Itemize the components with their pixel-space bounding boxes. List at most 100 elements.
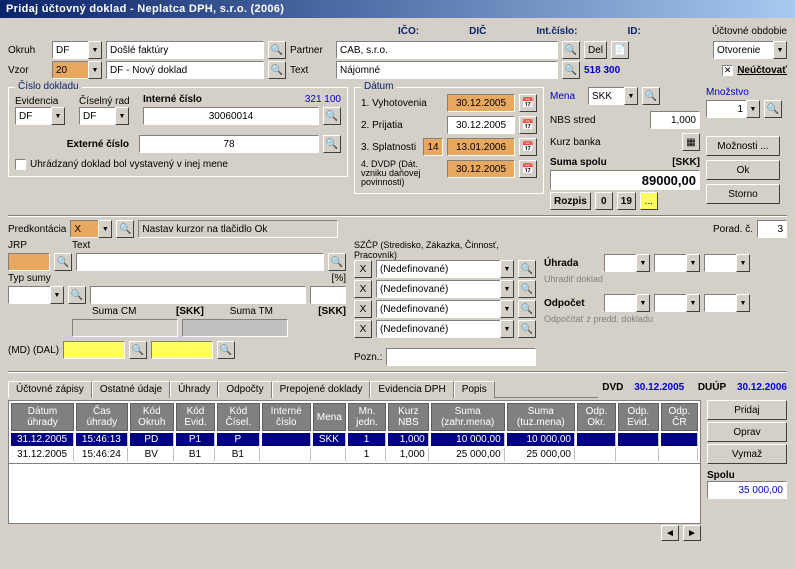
table-row[interactable]: 31.12.200515:46:24BVB1B111,00025 000,002…: [11, 448, 698, 461]
lookup-icon[interactable]: 🔍: [116, 220, 134, 238]
tab-5[interactable]: Evidencia DPH: [370, 381, 453, 398]
vzor-desc: DF - Nový doklad: [106, 61, 264, 79]
window-titlebar: Pridaj účtovný doklad - Neplatca DPH, s.…: [0, 0, 795, 18]
ok-button[interactable]: Ok: [706, 160, 780, 180]
uhrada-combo3[interactable]: ▼: [704, 254, 750, 272]
prijatia-field[interactable]: 30.12.2005: [447, 116, 515, 134]
partner-field[interactable]: CAB, s.r.o.: [336, 41, 558, 59]
uhrada-combo2[interactable]: ▼: [654, 254, 700, 272]
rozpis-more[interactable]: ...: [640, 192, 658, 210]
tab-4[interactable]: Prepojené doklady: [272, 381, 371, 398]
duup-link[interactable]: 30.12.2006: [737, 382, 787, 393]
md-field[interactable]: [63, 341, 125, 359]
lookup-icon[interactable]: 🔍: [562, 61, 580, 79]
ucto-obdobie-combo[interactable]: Otvorenie▼: [713, 41, 787, 59]
vzor-label: Vzor: [8, 65, 48, 76]
suma-spolu-field[interactable]: 89000,00: [550, 170, 700, 190]
grid-header[interactable]: Odp. Evid.: [618, 403, 659, 431]
id-link[interactable]: 518 300: [584, 65, 620, 76]
lookup-icon[interactable]: 🔍: [54, 253, 72, 271]
szcp1[interactable]: (Nedefinované)▼: [376, 260, 514, 278]
dvd-link[interactable]: 30.12.2005: [634, 382, 684, 393]
tab-3[interactable]: Odpočty: [218, 381, 271, 398]
evidencia-combo[interactable]: DF▼: [15, 107, 65, 125]
lookup-icon[interactable]: 🔍: [642, 87, 660, 105]
oprav-button[interactable]: Oprav: [707, 422, 787, 442]
scroll-right[interactable]: ►: [683, 525, 701, 541]
grid-header[interactable]: Kurz NBS: [388, 403, 429, 431]
szcp-x[interactable]: X: [354, 260, 372, 278]
pridaj-button[interactable]: Pridaj: [707, 400, 787, 420]
tab-1[interactable]: Ostatné údaje: [92, 381, 170, 398]
dic-label: DIČ: [469, 26, 486, 37]
externe-cislo-field[interactable]: 78: [139, 135, 319, 153]
poradc-field[interactable]: 3: [757, 220, 787, 238]
text-field[interactable]: Nájomné: [336, 61, 558, 79]
jrp-field[interactable]: [8, 253, 50, 271]
grid-header[interactable]: Dátum úhrady: [11, 403, 74, 431]
grid-header[interactable]: Kód Čísel.: [217, 403, 260, 431]
rozpis-0[interactable]: 0: [595, 192, 613, 210]
uhrada-combo1[interactable]: ▼: [604, 254, 650, 272]
lookup-icon[interactable]: 🔍: [268, 41, 286, 59]
grid-header[interactable]: Mn. jedn.: [348, 403, 386, 431]
tab-2[interactable]: Úhrady: [170, 381, 218, 398]
lookup-icon[interactable]: 🔍: [328, 253, 346, 271]
grid-header[interactable]: Suma (zahr.mena): [431, 403, 505, 431]
dal-field[interactable]: [151, 341, 213, 359]
grid-header[interactable]: Interné číslo: [262, 403, 311, 431]
typsumy-combo[interactable]: ▼: [8, 286, 64, 304]
vzor-combo[interactable]: 20▼: [52, 61, 102, 79]
del-button[interactable]: Del: [584, 41, 607, 59]
lookup-icon[interactable]: 🔍: [323, 135, 341, 153]
interne-cislo-field[interactable]: 30060014: [143, 107, 319, 125]
text2-field[interactable]: [76, 253, 324, 271]
uhr-checkbox[interactable]: [15, 159, 26, 170]
doc-icon[interactable]: 📄: [611, 41, 629, 59]
pct-field[interactable]: [310, 286, 346, 304]
calendar-icon[interactable]: 📅: [519, 94, 537, 112]
rozpis-button[interactable]: Rozpis: [550, 192, 591, 210]
grid-header[interactable]: Odp. ČR: [661, 403, 698, 431]
mnozstvo-combo[interactable]: 1▼: [706, 100, 760, 118]
okruh-combo[interactable]: DF▼: [52, 41, 102, 59]
storno-button[interactable]: Storno: [706, 184, 780, 204]
calendar-icon[interactable]: 📅: [519, 116, 537, 134]
interne-link[interactable]: 321 100: [305, 94, 341, 105]
splatnosti-days[interactable]: 14: [423, 138, 443, 156]
grid-header[interactable]: Kód Evid.: [176, 403, 215, 431]
lookup-icon[interactable]: 🔍: [68, 286, 86, 304]
tab-0[interactable]: Účtovné zápisy: [8, 381, 92, 398]
calendar-icon[interactable]: 📅: [519, 138, 537, 156]
text-label: Text: [290, 65, 332, 76]
nbs-field[interactable]: 1,000: [650, 111, 700, 129]
scroll-left[interactable]: ◄: [661, 525, 679, 541]
uhrady-grid[interactable]: Dátum úhradyČas úhradyKód OkruhKód Evid.…: [8, 400, 701, 464]
ciselnyrad-combo[interactable]: DF▼: [79, 107, 129, 125]
lookup-icon[interactable]: 🔍: [562, 41, 580, 59]
grid-header[interactable]: Odp. Okr.: [577, 403, 616, 431]
pozn-field[interactable]: [386, 348, 536, 366]
lookup-icon[interactable]: 🔍: [323, 107, 341, 125]
tab-6[interactable]: Popis: [454, 381, 495, 398]
mena-combo[interactable]: SKK▼: [588, 87, 638, 105]
lookup-icon[interactable]: 🔍: [268, 61, 286, 79]
calendar-icon[interactable]: 📅: [519, 160, 537, 178]
moznosti-button[interactable]: Možnosti ...: [706, 136, 780, 156]
grid-header[interactable]: Čas úhrady: [76, 403, 128, 431]
vyhotovenia-field[interactable]: 30.12.2005: [447, 94, 515, 112]
splatnosti-field[interactable]: 13.01.2006: [447, 138, 515, 156]
vymaz-button[interactable]: Vymaž: [707, 444, 787, 464]
table-icon[interactable]: ▦: [682, 133, 700, 151]
grid-header[interactable]: Suma (tuz.mena): [507, 403, 575, 431]
grid-header[interactable]: Kód Okruh: [130, 403, 174, 431]
grid-header[interactable]: Mena: [313, 403, 346, 431]
ico-label: IČO:: [398, 26, 419, 37]
rozpis-19[interactable]: 19: [617, 192, 636, 210]
dvdp-field[interactable]: 30.12.2005: [447, 160, 515, 178]
header-strip: IČO: DIČ Int.číslo: ID: Účtovné obdobie: [8, 24, 787, 41]
lookup-icon[interactable]: 🔍: [764, 100, 782, 118]
predkontacia-combo[interactable]: X▼: [70, 220, 112, 238]
neuctovat-checkbox[interactable]: ✕: [722, 65, 733, 76]
table-row[interactable]: 31.12.200515:46:13PDP1PSKK11,00010 000,0…: [11, 433, 698, 446]
